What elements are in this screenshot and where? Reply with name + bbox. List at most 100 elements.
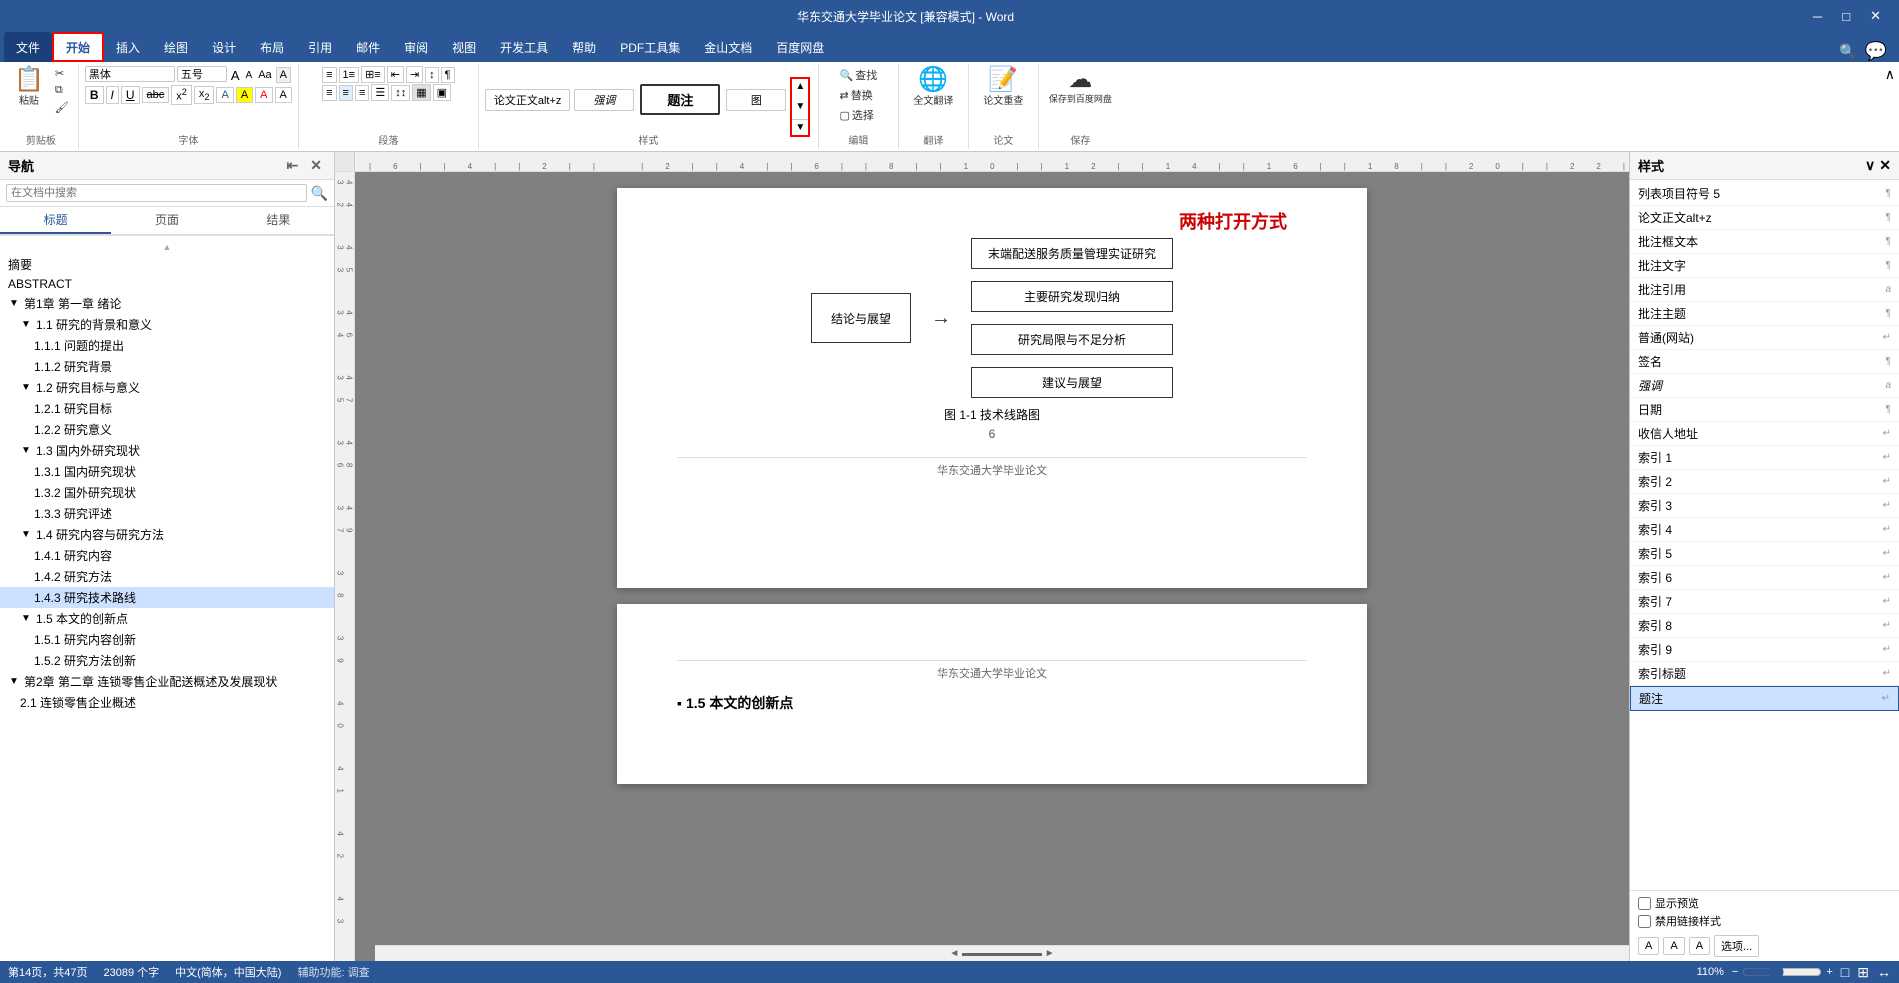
nav-item-abstract[interactable]: 摘要 <box>0 254 334 275</box>
nav-item-1-2-2[interactable]: 1.2.2 研究意义 <box>0 419 334 440</box>
close-btn[interactable]: ✕ <box>1860 8 1891 24</box>
line-spacing-btn[interactable]: ↕↕ <box>391 85 410 101</box>
shading-btn[interactable]: ▦ <box>412 84 430 101</box>
styles-dropdown-btn[interactable]: ▲ ▼ ▼ <box>790 77 810 137</box>
nav-item-1-3-1[interactable]: 1.3.1 国内研究现状 <box>0 461 334 482</box>
italic-btn[interactable]: I <box>106 86 119 104</box>
nav-item-1-3-3[interactable]: 1.3.3 研究评述 <box>0 503 334 524</box>
style-item-index7[interactable]: 索引 7 ↵ <box>1630 590 1899 614</box>
tab-design[interactable]: 设计 <box>200 32 248 62</box>
nav-item-1-3[interactable]: ▼ 1.3 国内外研究现状 <box>0 440 334 461</box>
zoom-slider[interactable] <box>1742 964 1822 980</box>
nav-item-1-5-2[interactable]: 1.5.2 研究方法创新 <box>0 650 334 671</box>
style-item-comment-subject[interactable]: 批注主题 ¶ <box>1630 302 1899 326</box>
style-item-address[interactable]: 收信人地址 ↵ <box>1630 422 1899 446</box>
tab-home[interactable]: 开始 <box>52 32 104 62</box>
border-btn[interactable]: ▣ <box>433 84 451 101</box>
tab-jinshan[interactable]: 金山文档 <box>692 32 764 62</box>
style-item-list5[interactable]: 列表项目符号 5 ¶ <box>1630 182 1899 206</box>
show-marks-btn[interactable]: ¶ <box>441 67 455 83</box>
ribbon-collapse-btn[interactable]: 💬 <box>1865 41 1887 62</box>
align-center-btn[interactable]: ≡ <box>339 85 353 101</box>
paste-btn[interactable]: 📋 粘贴 <box>10 66 48 109</box>
nav-item-1-4-1[interactable]: 1.4.1 研究内容 <box>0 545 334 566</box>
view-page-width-btn[interactable]: ↔ <box>1877 964 1891 980</box>
nav-tab-results[interactable]: 结果 <box>223 207 334 234</box>
disable-linked-checkbox[interactable]: 禁用链接样式 <box>1638 913 1891 929</box>
select-btn[interactable]: ▢ 选择 <box>837 106 877 124</box>
styles-panel-close-btn[interactable]: ✕ <box>1879 157 1891 174</box>
view-single-page-btn[interactable]: □ <box>1841 964 1849 980</box>
nav-item-1-1[interactable]: ▼ 1.1 研究的背景和意义 <box>0 314 334 335</box>
style-manage-btn[interactable]: A <box>1689 937 1710 955</box>
paper-check-btn[interactable]: 📝 论文重查 <box>979 66 1027 109</box>
maximize-btn[interactable]: □ <box>1832 9 1860 24</box>
style-item-signature[interactable]: 签名 ¶ <box>1630 350 1899 374</box>
style-item-index6[interactable]: 索引 6 ↵ <box>1630 566 1899 590</box>
nav-tab-headings[interactable]: 标题 <box>0 207 111 234</box>
subscript-btn[interactable]: x2 <box>194 86 215 104</box>
nav-search-input[interactable] <box>6 184 307 202</box>
text-border-btn[interactable]: A <box>275 87 292 103</box>
document-area[interactable]: 结论与展望 → 末端配送服务质量管理实证研究 <box>355 172 1629 961</box>
tab-layout[interactable]: 布局 <box>248 32 296 62</box>
status-language[interactable]: 中文(简体，中国大陆) <box>175 964 281 980</box>
nav-item-1-5[interactable]: ▼ 1.5 本文的创新点 <box>0 608 334 629</box>
style-caption-btn[interactable]: 题注 <box>640 84 720 115</box>
view-multi-page-btn[interactable]: ⊞ <box>1857 964 1869 981</box>
search-ribbon-icon[interactable]: 🔍 <box>1839 43 1856 60</box>
doc-scrollbar-h[interactable]: ◄ ▬▬▬▬▬▬▬▬ ► <box>375 945 1629 961</box>
cut-btn[interactable]: ✂ <box>52 66 72 81</box>
style-emphasis-btn[interactable]: 强调 <box>574 89 634 111</box>
zoom-in-btn[interactable]: + <box>1826 966 1832 978</box>
tab-file[interactable]: 文件 <box>4 32 52 62</box>
save-to-cloud-btn[interactable]: ☁ 保存到百度网盘 <box>1045 66 1116 107</box>
underline-btn[interactable]: U <box>121 86 140 104</box>
nav-item-1-2-1[interactable]: 1.2.1 研究目标 <box>0 398 334 419</box>
tab-references[interactable]: 引用 <box>296 32 344 62</box>
replace-btn[interactable]: ⇄ 替换 <box>837 86 876 104</box>
decrease-indent-btn[interactable]: ⇤ <box>387 66 404 83</box>
bullets-btn[interactable]: ≡ <box>322 67 336 83</box>
nav-close-btn[interactable]: ✕ <box>306 157 326 174</box>
tab-pdf[interactable]: PDF工具集 <box>608 32 692 62</box>
style-item-comment-text[interactable]: 批注文字 ¶ <box>1630 254 1899 278</box>
tab-review[interactable]: 审阅 <box>392 32 440 62</box>
style-new-btn[interactable]: A <box>1638 937 1659 955</box>
font-size-input[interactable] <box>177 66 227 82</box>
nav-item-abstract-en[interactable]: ABSTRACT <box>0 275 334 293</box>
nav-item-1-5-1[interactable]: 1.5.1 研究内容创新 <box>0 629 334 650</box>
font-reset-btn[interactable]: A <box>276 67 291 83</box>
style-item-index2[interactable]: 索引 2 ↵ <box>1630 470 1899 494</box>
style-item-comment-box[interactable]: 批注框文本 ¶ <box>1630 230 1899 254</box>
style-item-index9[interactable]: 索引 9 ↵ <box>1630 638 1899 662</box>
style-item-index1[interactable]: 索引 1 ↵ <box>1630 446 1899 470</box>
increase-indent-btn[interactable]: ⇥ <box>406 66 423 83</box>
nav-item-1-4-3[interactable]: 1.4.3 研究技术路线 <box>0 587 334 608</box>
nav-search-icon[interactable]: 🔍 <box>311 185 328 202</box>
style-item-date[interactable]: 日期 ¶ <box>1630 398 1899 422</box>
show-preview-checkbox[interactable]: 显示预览 <box>1638 895 1891 911</box>
style-item-index4[interactable]: 索引 4 ↵ <box>1630 518 1899 542</box>
style-item-comment-ref[interactable]: 批注引用 a <box>1630 278 1899 302</box>
font-grow-btn[interactable]: A <box>229 67 242 84</box>
style-figure-btn[interactable]: 图 <box>726 89 786 111</box>
format-paint-btn[interactable]: 🖌 <box>52 100 72 115</box>
style-item-index8[interactable]: 索引 8 ↵ <box>1630 614 1899 638</box>
minimize-btn[interactable]: ─ <box>1803 9 1832 24</box>
justify-btn[interactable]: ☰ <box>371 84 389 101</box>
nav-item-1-2[interactable]: ▼ 1.2 研究目标与意义 <box>0 377 334 398</box>
nav-item-1-4[interactable]: ▼ 1.4 研究内容与研究方法 <box>0 524 334 545</box>
collapse-ribbon-btn[interactable]: ∧ <box>1885 66 1895 83</box>
style-item-index3[interactable]: 索引 3 ↵ <box>1630 494 1899 518</box>
font-name-input[interactable] <box>85 66 175 82</box>
multilevel-list-btn[interactable]: ⊞≡ <box>361 66 385 83</box>
tab-draw[interactable]: 绘图 <box>152 32 200 62</box>
align-right-btn[interactable]: ≡ <box>355 85 369 101</box>
numbered-list-btn[interactable]: 1≡ <box>339 67 360 83</box>
align-left-btn[interactable]: ≡ <box>322 85 336 101</box>
style-item-index5[interactable]: 索引 5 ↵ <box>1630 542 1899 566</box>
tab-view[interactable]: 视图 <box>440 32 488 62</box>
full-translate-btn[interactable]: 🌐 全文翻译 <box>909 66 957 109</box>
nav-item-ch1[interactable]: ▼ 第1章 第一章 绪论 <box>0 293 334 314</box>
